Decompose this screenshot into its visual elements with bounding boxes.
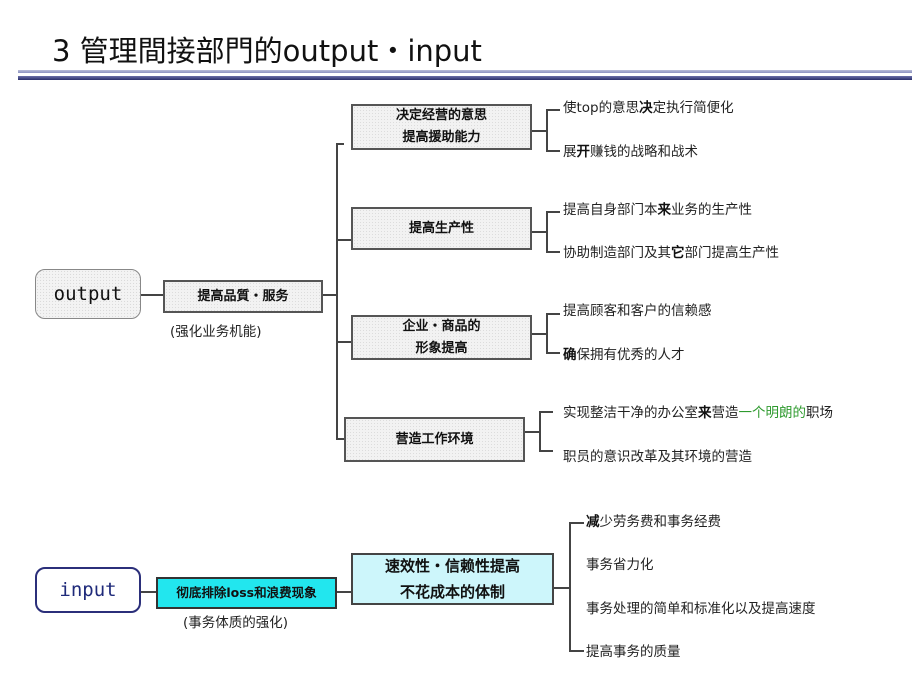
connector	[323, 294, 337, 296]
leaf-item: 确保拥有优秀的人才	[563, 347, 685, 363]
input-main-box: 彻底排除loss和浪费现象	[156, 577, 337, 609]
highlighted-text: 一个明朗的	[738, 405, 807, 421]
connector	[336, 341, 351, 343]
branch-box-line: 营造工作环境	[395, 431, 474, 447]
branch-box-line: 提高援助能力	[402, 130, 481, 145]
connector	[141, 294, 163, 296]
output-main-box-label: 提高品質・服务	[197, 288, 289, 304]
leaf-item: 提高事务的质量	[586, 644, 681, 660]
branch-box-environment: 营造工作环境	[344, 417, 525, 462]
connector	[546, 211, 560, 213]
branch-box-line: 形象提高	[415, 340, 468, 356]
connector	[532, 333, 546, 335]
connector	[546, 109, 560, 111]
input-second-box: 速效性・信赖性提高 不花成本的体制	[351, 553, 554, 605]
title-divider-thin	[18, 70, 912, 73]
output-trunk-line	[336, 143, 338, 439]
leaf-item: 提高顾客和客户的信赖感	[563, 303, 712, 319]
leaf-item: 使top的意思决定执行简便化	[563, 100, 734, 116]
leaf-item: 展开赚钱的战略和战术	[563, 144, 698, 160]
output-main-box: 提高品質・服务	[163, 280, 323, 313]
page-title: 3 管理間接部門的output・input	[52, 34, 482, 68]
branch-box-line: 企业・商品的	[402, 318, 481, 334]
connector	[539, 411, 553, 413]
output-main-caption: (强化业务机能)	[170, 324, 262, 340]
connector	[546, 313, 560, 315]
connector	[337, 591, 351, 593]
input-root-label: input	[59, 579, 117, 601]
connector	[336, 438, 344, 440]
branch-box-line: 提高生产性	[408, 220, 474, 236]
leaf-item: 协助制造部门及其它部门提高生产性	[563, 245, 779, 261]
connector	[525, 431, 539, 433]
connector	[141, 591, 156, 593]
branch-box-decision: 决定经营的意思 提高援助能力	[351, 104, 532, 150]
bracket-line	[546, 211, 548, 252]
connector	[546, 352, 560, 354]
connector	[539, 450, 553, 452]
bracket-line	[569, 522, 571, 651]
connector	[569, 650, 584, 652]
connector	[546, 251, 560, 253]
connector	[336, 239, 351, 241]
connector	[336, 143, 344, 145]
leaf-item: 职员的意识改革及其环境的营造	[563, 449, 752, 465]
bracket-line	[546, 313, 548, 353]
leaf-item: 提高自身部门本来业务的生产性	[563, 202, 752, 218]
bracket-line	[539, 411, 541, 451]
input-main-caption: (事务体质的强化)	[183, 615, 289, 631]
branch-box-image: 企业・商品的 形象提高	[351, 315, 532, 360]
connector	[546, 150, 560, 152]
leaf-item: 减少劳务费和事务经费	[586, 514, 721, 530]
input-main-box-label: 彻底排除loss和浪费现象	[176, 585, 317, 600]
leaf-item: 事务处理的简单和标准化以及提高速度	[586, 601, 816, 617]
leaf-item: 事务省力化	[586, 557, 654, 573]
connector	[569, 522, 584, 524]
output-root-node: output	[35, 269, 141, 319]
output-root-label: output	[53, 283, 123, 305]
input-root-node: input	[35, 567, 141, 613]
connector	[532, 130, 546, 132]
second-box-line: 不花成本的体制	[399, 583, 505, 601]
title-divider-thick	[18, 76, 912, 80]
connector	[554, 587, 569, 589]
connector	[532, 231, 546, 233]
bracket-line	[546, 109, 548, 151]
branch-box-productivity: 提高生产性	[351, 207, 532, 250]
branch-box-line: 决定经营的意思	[395, 108, 487, 123]
second-box-line: 速效性・信赖性提高	[384, 557, 520, 575]
leaf-item: 实现整洁干净的办公室来营造一个明朗的职场	[563, 405, 833, 421]
